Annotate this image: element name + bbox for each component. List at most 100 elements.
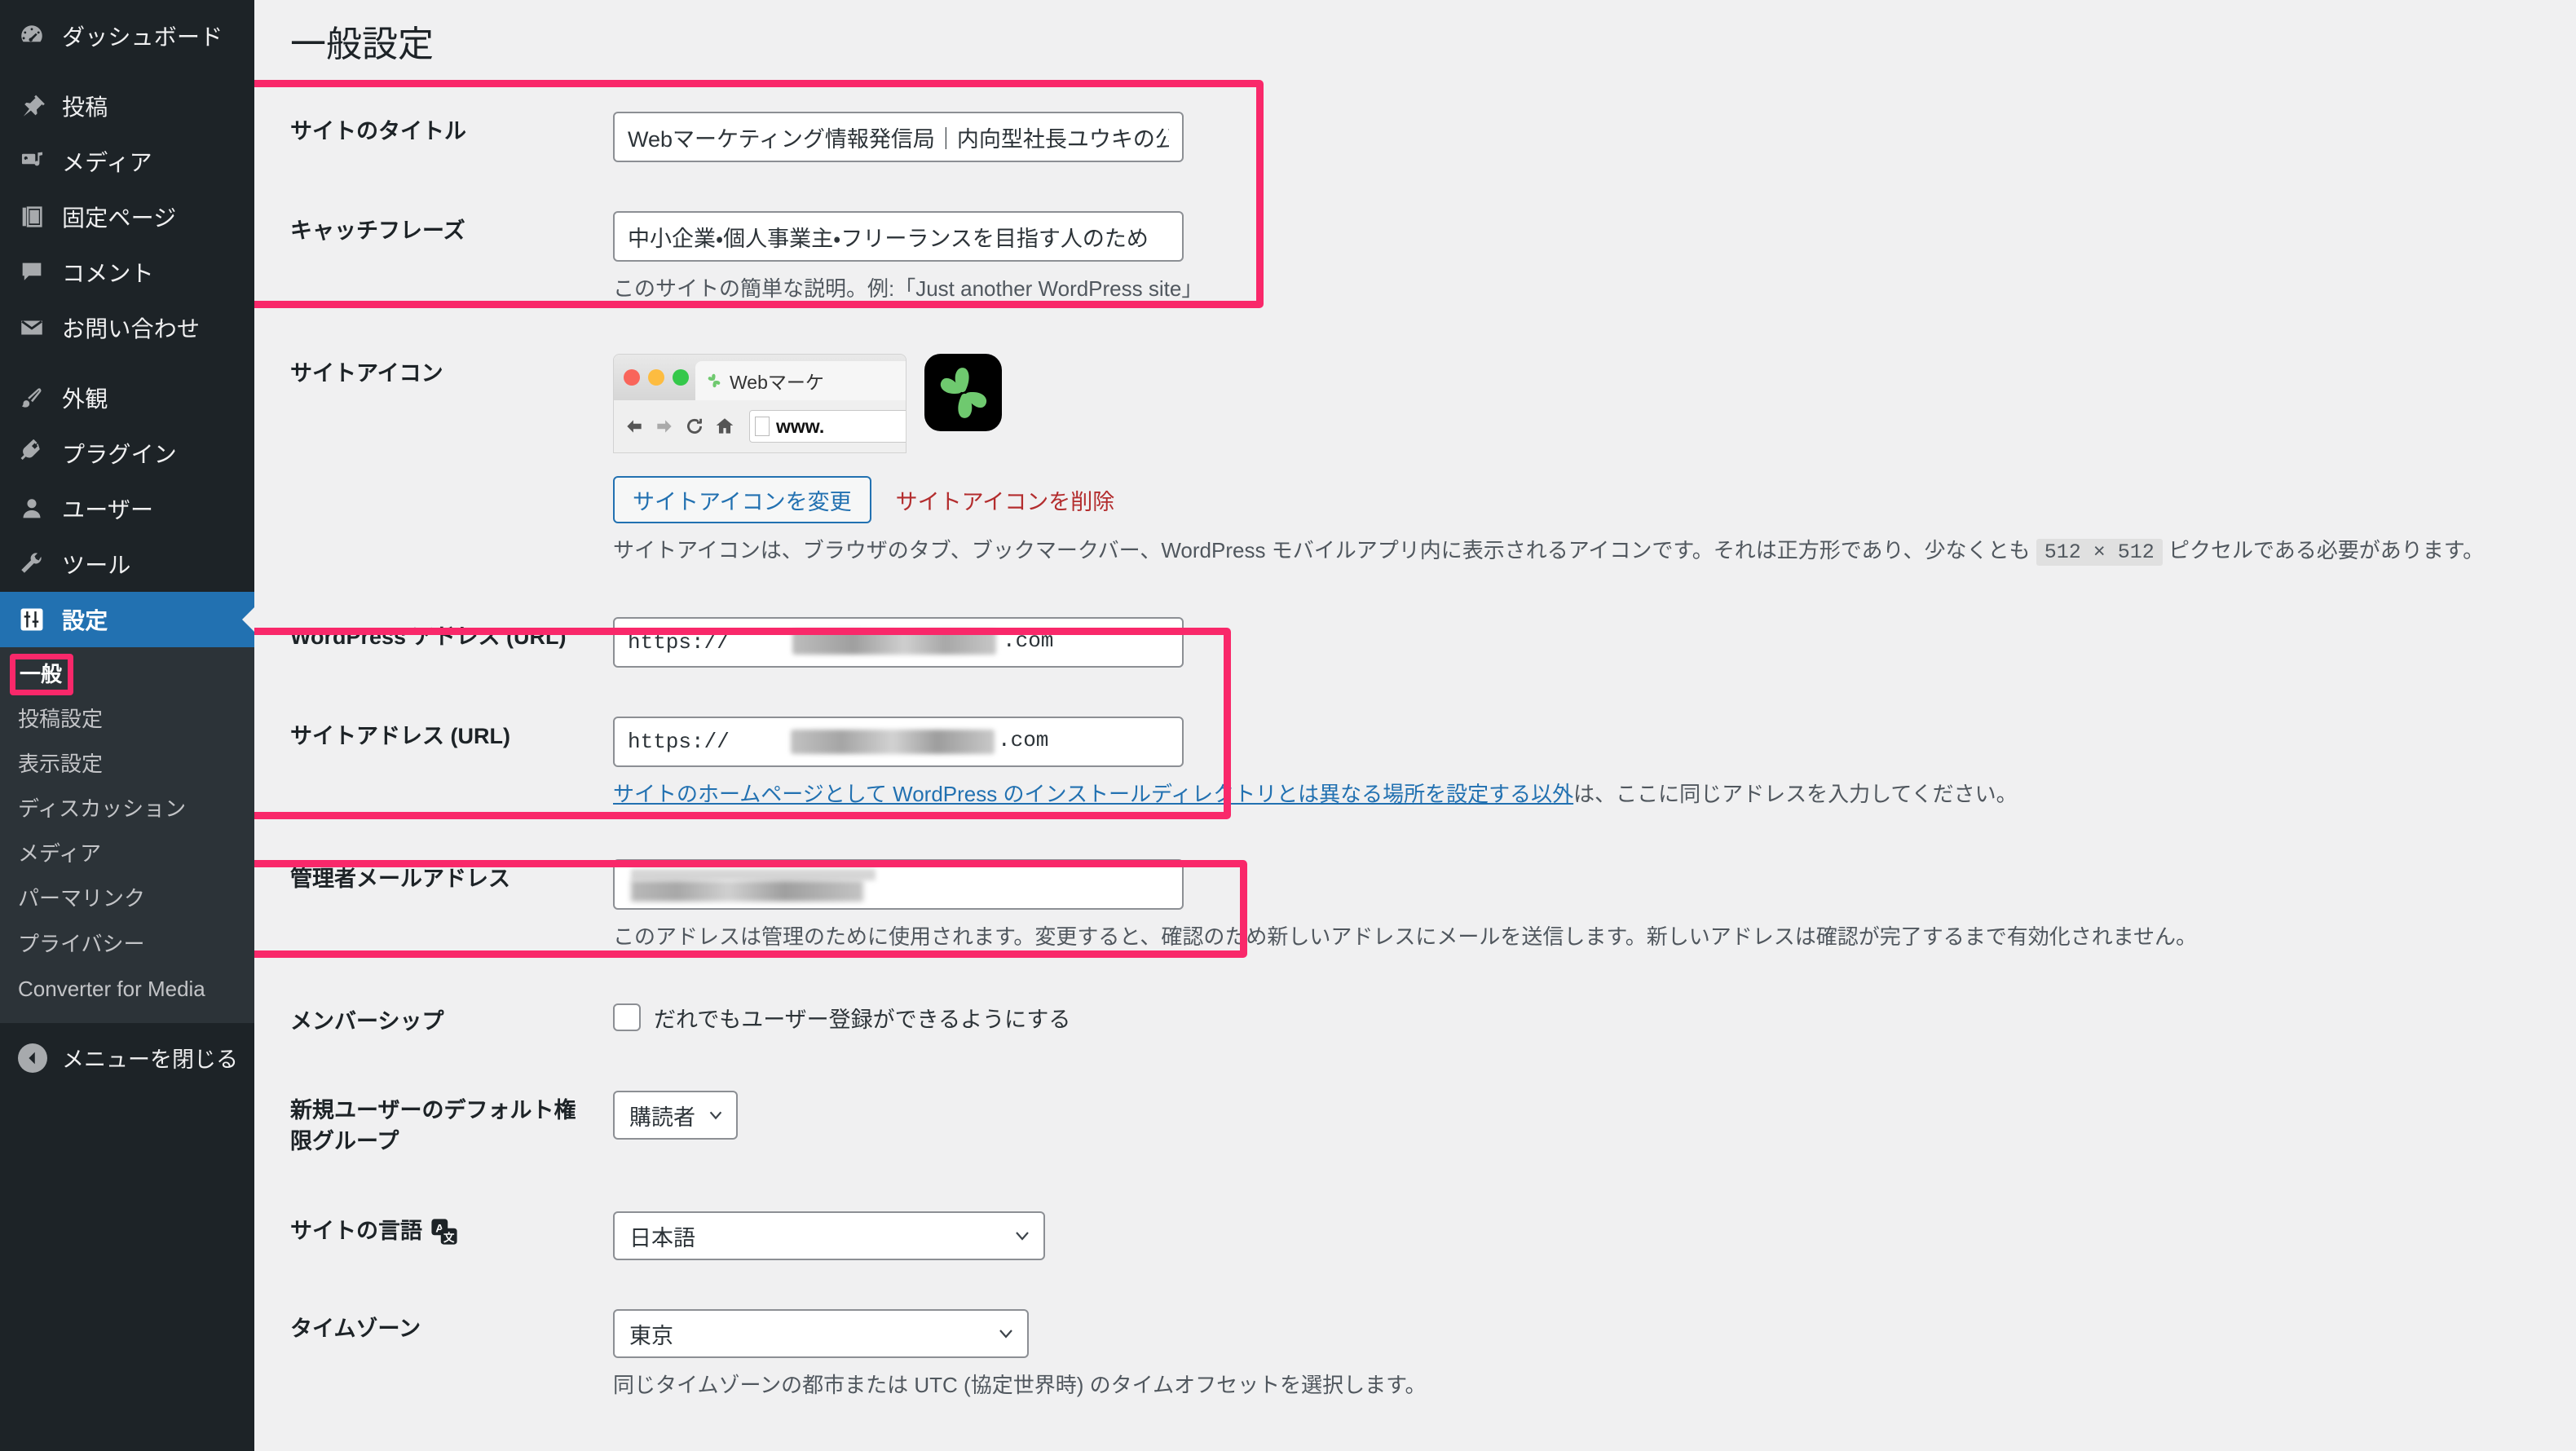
sidebar-item-label: 投稿: [62, 95, 108, 120]
admin-sidebar: ダッシュボード 投稿 メディア 固定ページ コメント お問い合わせ 外観 プラグ…: [0, 0, 255, 1451]
membership-label: メンバーシップ: [290, 1008, 444, 1034]
window-zoom-dot: [673, 369, 689, 386]
site-icon-desc-before: サイトアイコンは、ブラウザのタブ、ブックマークバー、WordPress モバイル…: [613, 538, 2036, 563]
submenu-item-label: 一般: [20, 662, 63, 686]
browser-tab-preview: Webマーケ www.: [613, 354, 906, 454]
row-site-icon: サイトアイコン Webマーケ www. サイトアイコンを変更 サイトアイコンを削…: [254, 329, 2576, 593]
sidebar-item-label: ユーザー: [62, 497, 154, 523]
timezone-select[interactable]: 東京: [613, 1309, 1029, 1359]
submenu-item-label: プライバシー: [18, 931, 145, 956]
sidebar-item-contact[interactable]: お問い合わせ: [0, 300, 254, 355]
site-address-description-rest: は、ここに同じアドレスを入力してください。: [1573, 781, 2018, 806]
submenu-item-discussion[interactable]: ディスカッション: [0, 787, 254, 831]
submenu-item-label: メディア: [18, 841, 102, 867]
forward-arrow-icon: [654, 416, 675, 437]
reload-icon: [684, 416, 705, 437]
sidebar-item-settings[interactable]: 設定: [0, 592, 255, 647]
sidebar-item-label: お問い合わせ: [62, 316, 201, 342]
site-icon-description: サイトアイコンは、ブラウザのタブ、ブックマークバー、WordPress モバイル…: [613, 535, 2560, 568]
collapse-menu-button[interactable]: メニューを閉じる: [0, 1030, 254, 1087]
site-address-description: サイトのホームページとして WordPress のインストールディレクトリとは異…: [613, 778, 2560, 810]
submenu-item-label: ディスカッション: [18, 796, 187, 822]
membership-checkbox-row[interactable]: だれでもユーザー登録ができるようにする: [613, 1002, 2560, 1034]
row-tagline: キャッチフレーズ このサイトの簡単な説明。例:「Just another Wor…: [254, 187, 2576, 329]
submenu-item-reading[interactable]: 表示設定: [0, 742, 254, 787]
site-language-label-wrap: サイトの言語 A 文: [290, 1216, 458, 1247]
tagline-input[interactable]: [613, 211, 1184, 262]
user-icon: [18, 495, 55, 523]
plugin-icon: [18, 439, 55, 467]
sidebar-item-label: ダッシュボード: [62, 24, 223, 50]
membership-checkbox[interactable]: [613, 1003, 641, 1032]
browser-toolbar: www.: [614, 400, 906, 453]
row-wordpress-address: WordPress アドレス (URL) .com: [254, 593, 2576, 692]
row-default-role: 新規ユーザーのデフォルト権限グループ 購読者: [254, 1066, 2576, 1187]
sidebar-item-appearance[interactable]: 外観: [0, 370, 254, 426]
pages-icon: [18, 203, 55, 231]
row-timezone: タイムゾーン 東京 同じタイムゾーンの都市または UTC (協定世界時) のタイ…: [254, 1285, 2576, 1426]
page-icon: [755, 417, 770, 437]
sidebar-item-tools[interactable]: ツール: [0, 536, 254, 592]
site-title-input[interactable]: [613, 112, 1184, 163]
sidebar-item-label: ツール: [62, 553, 131, 578]
default-role-label: 新規ユーザーのデフォルト権限グループ: [290, 1098, 576, 1154]
chevron-down-icon: [1001, 1226, 1032, 1246]
browser-tabbar: Webマーケ: [614, 355, 906, 401]
redacted-domain: [792, 629, 996, 655]
submenu-item-media[interactable]: メディア: [0, 831, 254, 876]
app-icon-preview: [924, 354, 1002, 432]
settings-submenu: 一般 投稿設定 表示設定 ディスカッション メディア パーマリンク プライバシー…: [0, 647, 254, 1023]
sidebar-item-comments[interactable]: コメント: [0, 245, 254, 300]
sidebar-item-dashboard[interactable]: ダッシュボード: [0, 8, 254, 64]
sidebar-item-plugins[interactable]: プラグイン: [0, 426, 254, 481]
sidebar-item-media[interactable]: メディア: [0, 134, 254, 189]
submenu-item-label: パーマリンク: [18, 886, 146, 911]
submenu-item-general[interactable]: 一般: [10, 654, 74, 696]
dashboard-icon: [18, 22, 55, 50]
translate-icon: A 文: [430, 1218, 458, 1246]
site-language-select[interactable]: 日本語: [613, 1211, 1045, 1261]
settings-icon: [18, 606, 55, 633]
browser-tab-title: Webマーケ: [730, 372, 824, 394]
submenu-item-permalinks[interactable]: パーマリンク: [0, 876, 254, 921]
back-arrow-icon: [624, 416, 645, 437]
timezone-value: 東京: [629, 1323, 673, 1348]
timezone-description: 同じタイムゾーンの都市または UTC (協定世界時) のタイムオフセットを選択し…: [613, 1373, 1427, 1398]
sidebar-item-label: コメント: [62, 261, 154, 286]
site-icon-dimensions: 512 × 512: [2036, 539, 2163, 567]
sidebar-item-pages[interactable]: 固定ページ: [0, 189, 254, 245]
page-title: 一般設定: [290, 24, 434, 64]
window-close-dot: [624, 369, 640, 386]
tagline-label: キャッチフレーズ: [290, 218, 465, 244]
remove-site-icon-link[interactable]: サイトアイコンを削除: [896, 484, 1115, 516]
membership-checkbox-label: だれでもユーザー登録ができるようにする: [654, 1007, 1071, 1032]
submenu-item-writing[interactable]: 投稿設定: [0, 697, 254, 742]
submenu-item-label: 表示設定: [18, 752, 104, 777]
browser-url-bar: www.: [749, 410, 906, 443]
wordpress-address-tld: .com: [1003, 628, 1054, 653]
menu-separator: [0, 64, 254, 78]
redacted-domain: [791, 729, 995, 754]
site-icon-label: サイトアイコン: [290, 361, 443, 386]
row-site-language: サイトの言語 A 文 日本語: [254, 1187, 2576, 1285]
submenu-item-converter-for-media[interactable]: Converter for Media: [0, 967, 254, 1012]
submenu-item-label: Converter for Media: [18, 976, 205, 1001]
submenu-item-privacy[interactable]: プライバシー: [0, 922, 254, 967]
chevron-down-icon: [985, 1324, 1016, 1343]
sidebar-item-users[interactable]: ユーザー: [0, 481, 254, 536]
change-site-icon-button[interactable]: サイトアイコンを変更: [613, 476, 871, 524]
site-icon-actions: サイトアイコンを変更 サイトアイコンを削除: [613, 476, 2560, 524]
default-role-select[interactable]: 購読者: [613, 1091, 738, 1140]
submenu-item-label: 投稿設定: [18, 707, 104, 732]
pin-icon: [18, 92, 55, 120]
sidebar-item-posts[interactable]: 投稿: [0, 78, 254, 134]
site-address-description-link[interactable]: サイトのホームページとして WordPress のインストールディレクトリとは異…: [613, 782, 1573, 806]
wp-admin-screen: ダッシュボード 投稿 メディア 固定ページ コメント お問い合わせ 外観 プラグ…: [0, 0, 2576, 1451]
svg-text:文: 文: [443, 1231, 455, 1245]
row-site-address: サイトアドレス (URL) .com サイトのホームページとして WordPre…: [254, 692, 2576, 835]
chevron-down-icon: [695, 1106, 725, 1124]
home-icon: [714, 416, 735, 437]
browser-url-text: www.: [776, 415, 825, 437]
menu-separator: [0, 355, 254, 370]
comment-icon: [18, 258, 55, 286]
